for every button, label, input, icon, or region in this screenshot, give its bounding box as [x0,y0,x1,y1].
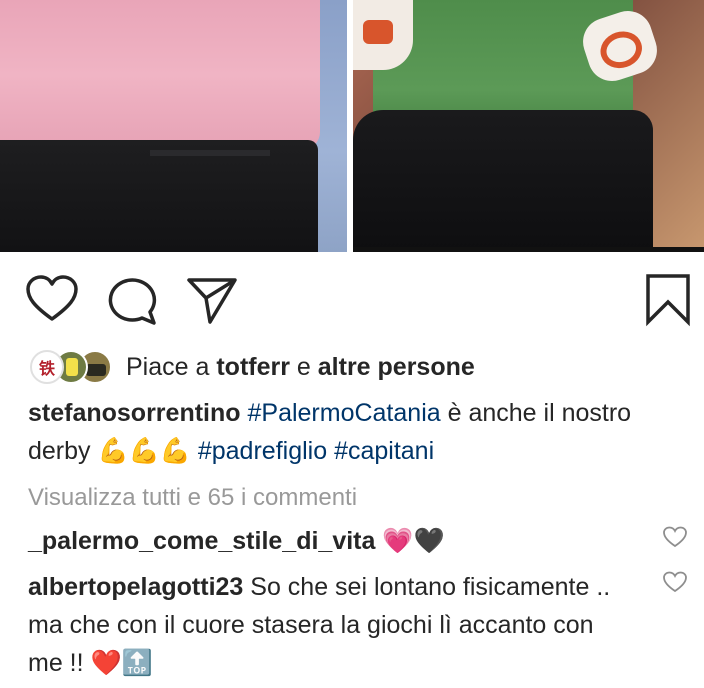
comment-bubble-icon[interactable] [104,272,160,328]
heart-top-emojis: ❤️🔝 [90,649,153,677]
hashtag-link[interactable]: #PalermoCatania [247,399,440,427]
caption-username[interactable]: stefanosorrentino [28,399,241,427]
likes-summary[interactable]: 铁 Piace a totferr e altre persone [30,346,475,388]
post-photo-right [353,0,704,252]
other-likers-link[interactable]: altre persone [318,353,475,381]
bookmark-icon[interactable] [640,272,696,328]
comment-item: albertopelagotti23 So che sei lontano fi… [28,568,628,682]
hashtag-link[interactable]: #padrefiglio [198,437,327,465]
heart-emojis: 💗🖤 [382,527,445,555]
post-caption: stefanosorrentino #PalermoCatania è anch… [28,394,688,470]
post-photo-left [0,0,347,252]
comment-username[interactable]: albertopelagotti23 [28,573,243,601]
post-photo-carousel[interactable] [0,0,704,252]
comment-item: _palermo_come_stile_di_vita 💗🖤 [28,522,628,560]
comment-username[interactable]: _palermo_come_stile_di_vita [28,527,375,555]
heart-outline-icon[interactable] [24,272,80,328]
small-heart-icon[interactable] [662,525,688,549]
small-heart-icon[interactable] [662,570,688,594]
send-paper-plane-icon[interactable] [184,272,240,328]
post-action-bar [0,252,704,342]
hashtag-link[interactable]: #capitani [334,437,434,465]
liker-username[interactable]: totferr [216,353,290,381]
avatar: 铁 [30,350,64,384]
flexed-biceps-emoji: 💪💪💪 [97,437,191,465]
view-all-comments-link[interactable]: Visualizza tutti e 65 i commenti [28,484,357,512]
likes-text: Piace a totferr e altre persone [126,352,475,381]
